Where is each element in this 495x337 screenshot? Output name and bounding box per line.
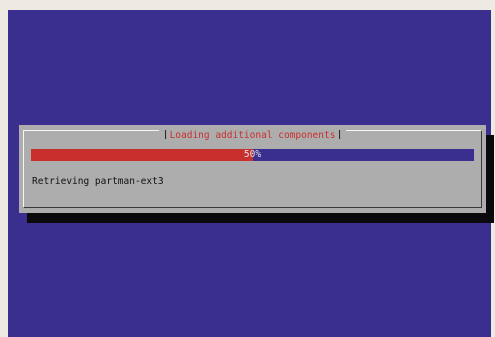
title-right-bar bbox=[339, 130, 341, 139]
progress-bar: 50% bbox=[31, 149, 474, 161]
dialog-title: Loading additional components bbox=[158, 130, 347, 142]
progress-dialog: Loading additional components 50% Retrie… bbox=[19, 125, 486, 213]
title-left-bar bbox=[164, 130, 166, 139]
dialog-title-text: Loading additional components bbox=[169, 130, 336, 141]
progress-percent-label: 50% bbox=[243, 149, 262, 160]
status-message: Retrieving partman-ext3 bbox=[32, 176, 164, 187]
dialog-frame: Loading additional components bbox=[23, 130, 482, 208]
